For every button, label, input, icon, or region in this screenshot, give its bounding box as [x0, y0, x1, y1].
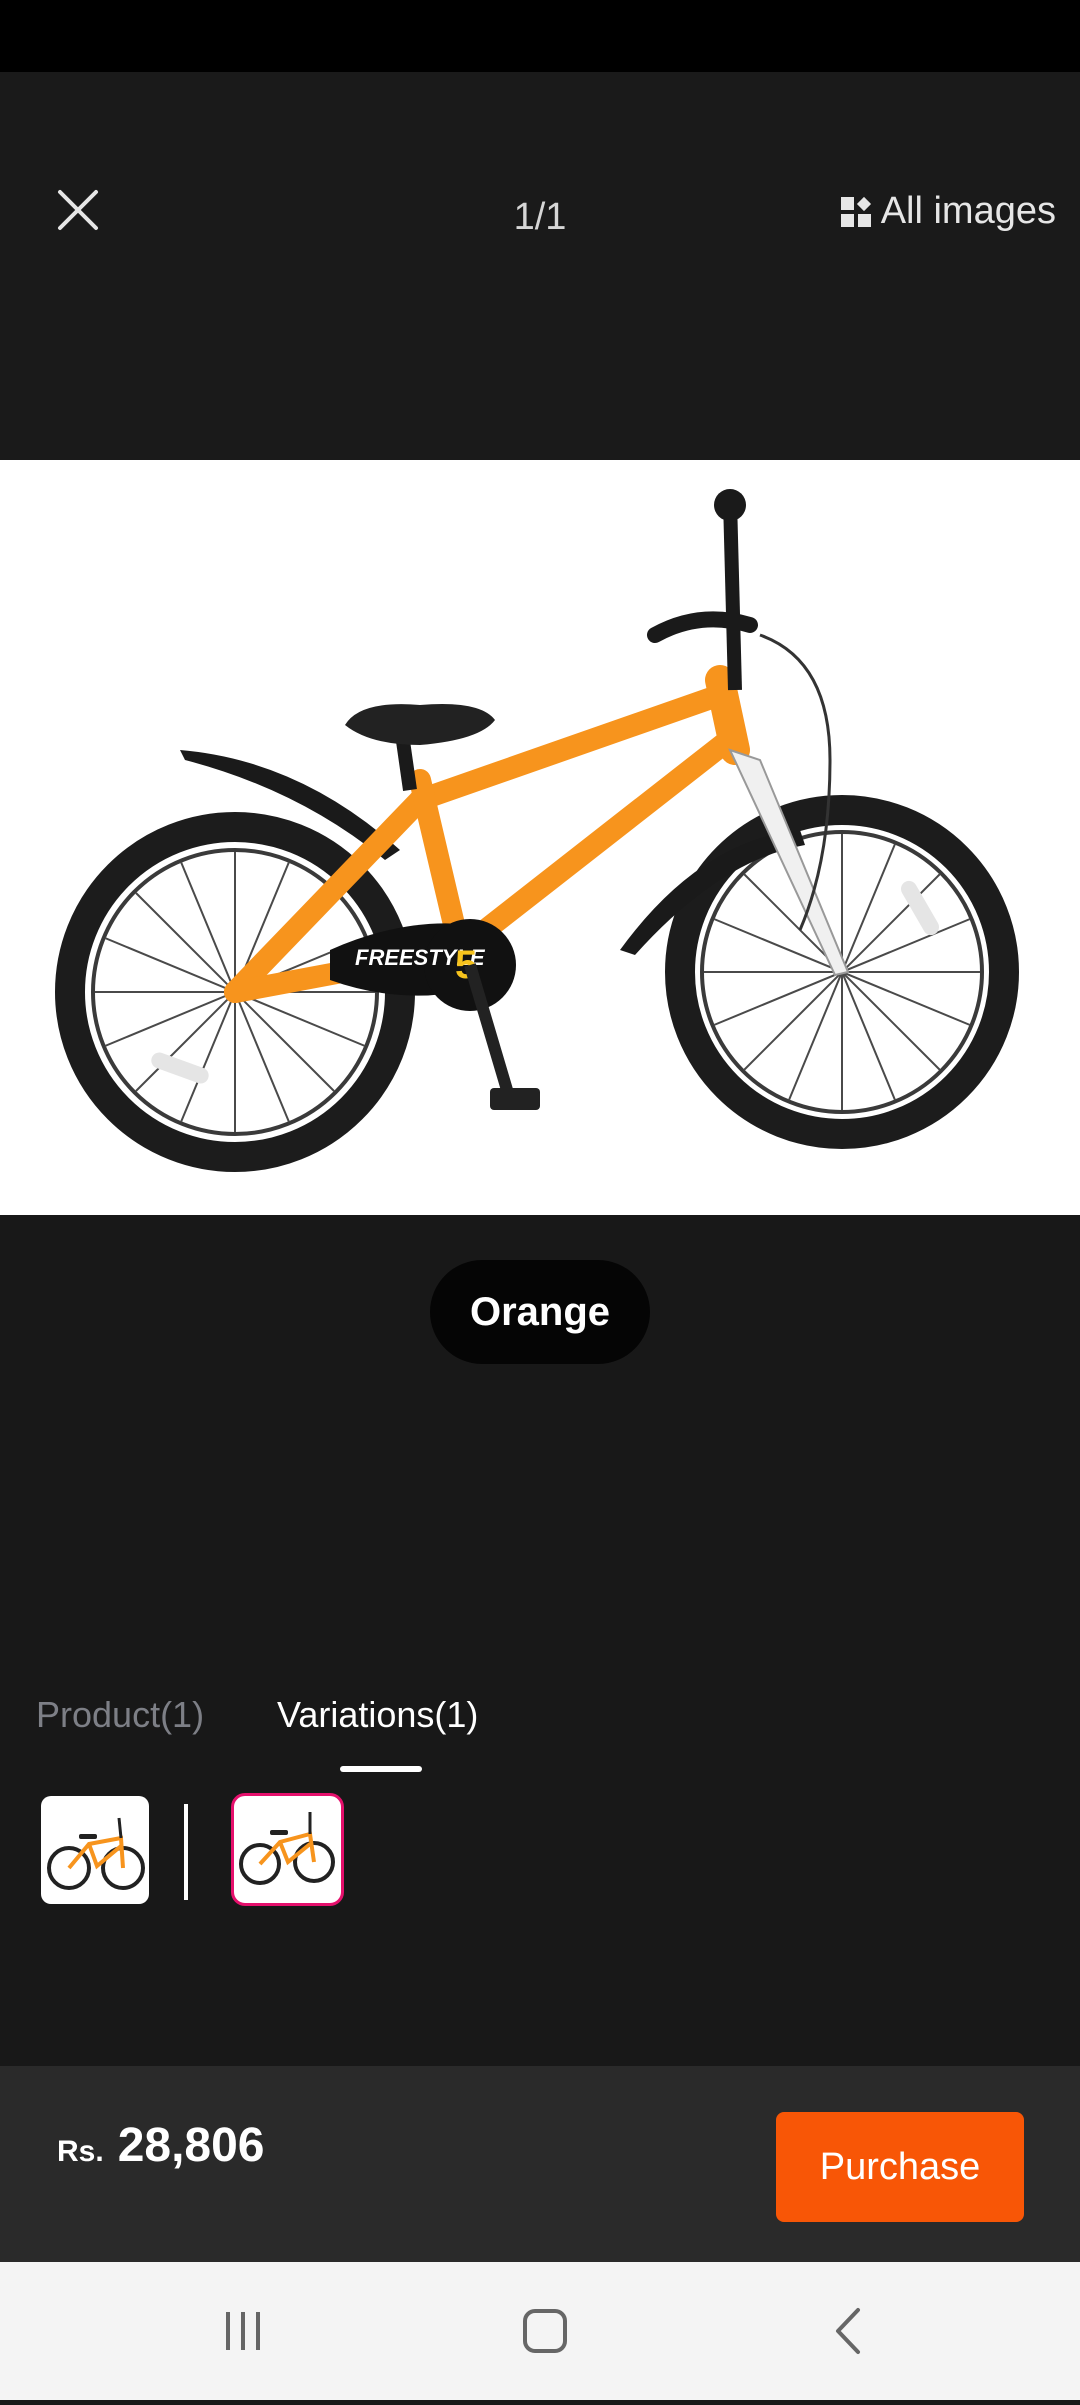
- thumbnail-divider: [184, 1804, 188, 1900]
- all-images-button[interactable]: All images: [839, 190, 1056, 233]
- bicycle-image: FREESTYLE 5: [55, 489, 1019, 1172]
- active-tab-indicator: [340, 1766, 422, 1772]
- purchase-button[interactable]: Purchase: [776, 2112, 1024, 2222]
- recent-apps-icon: [226, 2312, 260, 2350]
- price-amount: 28,806: [117, 2119, 265, 2172]
- currency-label: Rs.: [57, 2135, 104, 2168]
- gallery-header: [0, 72, 1080, 460]
- bicycle-thumbnail-image: [47, 1817, 145, 1890]
- tab-variations[interactable]: Variations(1): [277, 1694, 478, 1736]
- product-image[interactable]: FREESTYLE 5: [0, 460, 1080, 1215]
- system-navigation-bar: [0, 2262, 1080, 2400]
- price: Rs. 28,806: [57, 2118, 265, 2173]
- back-button[interactable]: [778, 2262, 918, 2400]
- variant-label: Orange: [430, 1260, 650, 1364]
- bicycle-thumbnail-image: [239, 1812, 335, 1885]
- tab-product[interactable]: Product(1): [36, 1694, 204, 1736]
- home-button[interactable]: [475, 2262, 615, 2400]
- variation-thumbnail-orange[interactable]: [231, 1793, 344, 1906]
- back-icon: [836, 2308, 860, 2354]
- status-bar: [0, 0, 1080, 72]
- product-thumbnail[interactable]: [41, 1796, 149, 1904]
- home-icon: [523, 2309, 567, 2353]
- grid-icon: [840, 196, 871, 227]
- recent-apps-button[interactable]: [173, 2262, 313, 2400]
- all-images-label: All images: [880, 190, 1056, 232]
